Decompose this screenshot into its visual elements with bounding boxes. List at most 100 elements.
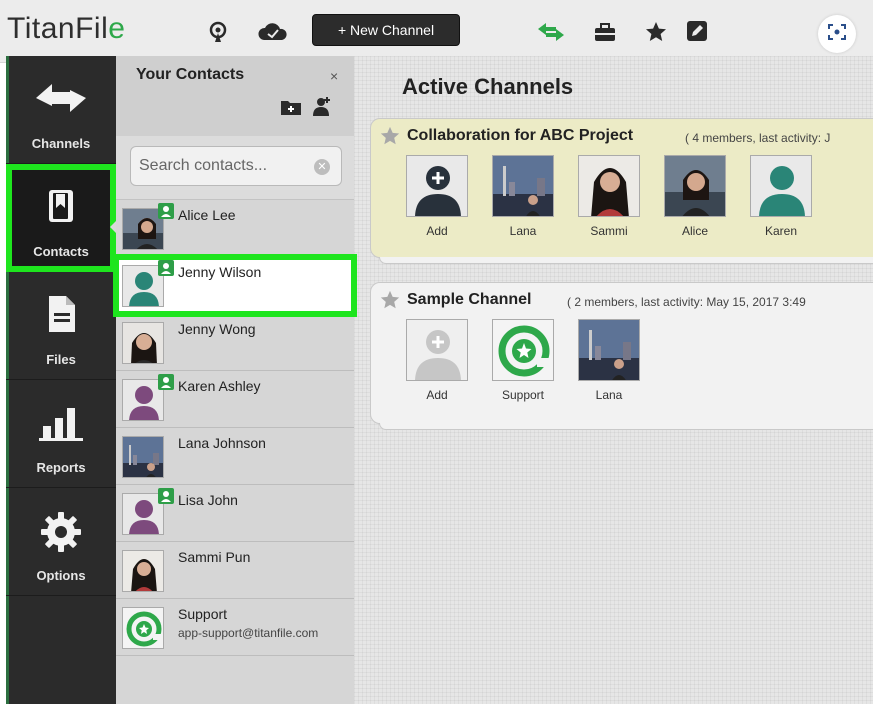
channel-card[interactable]: Collaboration for ABC Project ( 4 member… bbox=[370, 118, 873, 264]
toolbox-icon[interactable] bbox=[592, 20, 618, 44]
contact-name: Sammi Pun bbox=[178, 549, 251, 565]
avatar bbox=[406, 155, 468, 217]
contact-name: Karen Ashley bbox=[178, 378, 261, 394]
document-icon bbox=[43, 272, 79, 339]
contact-name: Lana Johnson bbox=[178, 435, 266, 451]
channel-card[interactable]: Sample Channel ( 2 members, last activit… bbox=[370, 282, 873, 430]
contact-item-support[interactable]: Support app-support@titanfile.com bbox=[116, 599, 354, 656]
member-label: Support bbox=[501, 388, 545, 402]
contact-item-jenny-wilson[interactable]: Jenny Wilson bbox=[113, 254, 357, 317]
gear-icon bbox=[39, 488, 83, 559]
nav-label: Options bbox=[36, 568, 86, 583]
nav-label: Contacts bbox=[33, 244, 89, 259]
edit-icon[interactable] bbox=[686, 20, 712, 44]
avatar bbox=[664, 155, 726, 217]
member-item[interactable]: Support bbox=[491, 319, 555, 402]
clear-search-icon[interactable]: ✕ bbox=[314, 159, 330, 175]
logo-accent: e bbox=[108, 12, 126, 45]
channel-meta: ( 2 members, last activity: May 15, 2017… bbox=[567, 295, 806, 309]
add-member-button[interactable]: Add bbox=[405, 319, 469, 402]
bookmark-book-icon bbox=[41, 164, 81, 231]
avatar bbox=[122, 436, 164, 478]
nav-item-reports[interactable]: Reports bbox=[6, 380, 116, 488]
main-navigation: Channels Contacts Files Reports Options bbox=[6, 56, 117, 704]
screen-capture-icon bbox=[827, 22, 847, 47]
page-title: Active Channels bbox=[402, 74, 574, 99]
broadcast-icon[interactable] bbox=[206, 20, 232, 44]
nav-item-contacts[interactable]: Contacts bbox=[6, 164, 117, 272]
nav-item-channels[interactable]: Channels bbox=[6, 56, 116, 164]
contact-name: Alice Lee bbox=[178, 207, 236, 223]
contact-name: Support bbox=[178, 606, 228, 622]
swap-arrows-icon[interactable] bbox=[536, 20, 566, 44]
member-label: Karen bbox=[764, 224, 798, 238]
avatar bbox=[406, 319, 468, 381]
screen-capture-button[interactable] bbox=[818, 15, 856, 53]
member-label: Lana bbox=[595, 388, 623, 402]
nav-label: Files bbox=[46, 352, 76, 367]
add-group-icon[interactable] bbox=[280, 98, 302, 121]
swap-arrows-icon bbox=[34, 56, 88, 123]
logo-text: TitanFil bbox=[7, 12, 109, 45]
contact-badge-icon bbox=[158, 203, 174, 219]
contact-item-lana-johnson[interactable]: Lana Johnson bbox=[116, 428, 354, 485]
contact-name: Jenny Wilson bbox=[178, 264, 262, 280]
contact-name: Lisa John bbox=[178, 492, 238, 508]
card-stack-edge bbox=[379, 257, 873, 264]
member-item[interactable]: Karen bbox=[749, 155, 813, 238]
member-item[interactable]: Sammi bbox=[577, 155, 641, 238]
contacts-header: Your Contacts × bbox=[116, 56, 354, 136]
contact-item-lisa-john[interactable]: Lisa John bbox=[116, 485, 354, 542]
star-icon[interactable] bbox=[643, 20, 669, 44]
top-bar: TitanFile + New Channel bbox=[0, 0, 873, 63]
member-item[interactable]: Lana bbox=[491, 155, 555, 238]
contact-item-jenny-wong[interactable]: Jenny Wong bbox=[116, 314, 354, 371]
avatar bbox=[122, 607, 164, 649]
new-channel-button[interactable]: + New Channel bbox=[312, 14, 460, 46]
titanfile-logo[interactable]: TitanFile bbox=[7, 12, 125, 46]
search-area: ✕ bbox=[116, 136, 354, 200]
add-contact-icon[interactable] bbox=[312, 96, 332, 123]
search-contacts-input[interactable] bbox=[130, 146, 342, 186]
favorite-star-icon[interactable] bbox=[379, 289, 401, 316]
avatar bbox=[122, 550, 164, 592]
close-panel-button[interactable]: × bbox=[330, 68, 338, 84]
add-member-button[interactable]: Add bbox=[405, 155, 469, 238]
favorite-star-icon[interactable] bbox=[379, 125, 401, 152]
contact-list: Alice Lee Jenny Wilson Jenny Wong Karen … bbox=[113, 200, 357, 656]
member-item[interactable]: Alice bbox=[663, 155, 727, 238]
member-label: Add bbox=[426, 224, 448, 238]
member-label: Alice bbox=[681, 224, 708, 238]
contact-item-karen-ashley[interactable]: Karen Ashley bbox=[116, 371, 354, 428]
member-item[interactable]: Lana bbox=[577, 319, 641, 402]
cloud-sync-icon[interactable] bbox=[256, 20, 290, 44]
avatar bbox=[492, 319, 554, 381]
contact-badge-icon bbox=[158, 260, 174, 276]
contact-badge-icon bbox=[158, 374, 174, 390]
card-stack-edge bbox=[379, 423, 873, 430]
nav-item-files[interactable]: Files bbox=[6, 272, 116, 380]
contacts-panel: Your Contacts × ✕ Alice Lee Jenny Wilson bbox=[113, 56, 357, 704]
channel-meta: ( 4 members, last activity: J bbox=[685, 131, 831, 145]
nav-label: Channels bbox=[31, 136, 91, 151]
avatar bbox=[578, 319, 640, 381]
bar-chart-icon bbox=[37, 380, 85, 447]
contact-badge-icon bbox=[158, 488, 174, 504]
contact-email: app-support@titanfile.com bbox=[178, 626, 319, 640]
contact-name: Jenny Wong bbox=[178, 321, 256, 337]
nav-item-options[interactable]: Options bbox=[6, 488, 116, 596]
contacts-title: Your Contacts bbox=[136, 66, 245, 83]
avatar bbox=[578, 155, 640, 217]
member-label: Add bbox=[426, 388, 448, 402]
avatar bbox=[122, 322, 164, 364]
nav-label: Reports bbox=[36, 460, 86, 475]
window-bottom-edge bbox=[0, 704, 873, 719]
channel-name[interactable]: Collaboration for ABC Project bbox=[407, 127, 633, 145]
channel-name[interactable]: Sample Channel bbox=[407, 291, 531, 309]
contact-item-alice-lee[interactable]: Alice Lee bbox=[116, 200, 354, 257]
avatar bbox=[492, 155, 554, 217]
channels-main: Active Channels Collaboration for ABC Pr… bbox=[354, 56, 873, 704]
member-label: Lana bbox=[509, 224, 537, 238]
avatar bbox=[750, 155, 812, 217]
contact-item-sammi-pun[interactable]: Sammi Pun bbox=[116, 542, 354, 599]
